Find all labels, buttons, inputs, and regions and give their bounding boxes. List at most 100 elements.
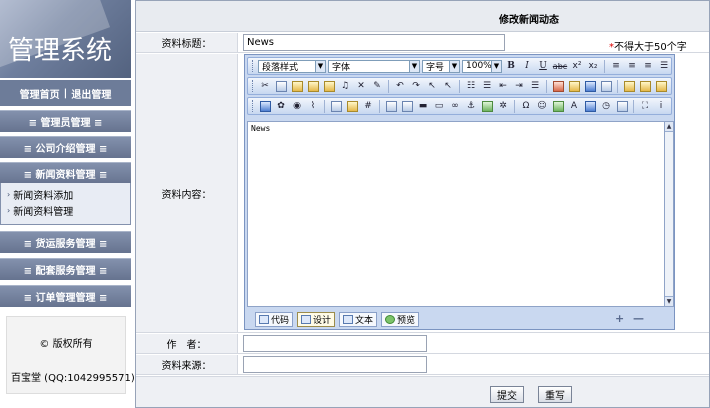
paste-text-icon[interactable] [306,79,320,93]
map-icon[interactable] [480,99,494,113]
iframe-icon[interactable] [400,99,414,113]
unlink-icon[interactable]: ✲ [496,99,510,113]
logout-link[interactable]: 退出管理 [71,86,111,101]
source-input[interactable] [243,356,427,373]
text-color-icon[interactable] [551,79,565,93]
border-color-icon[interactable] [583,79,597,93]
zoom-select[interactable]: 100% ▼ [462,59,502,73]
editor-scrollbar[interactable]: ▲ ▼ [664,121,674,307]
menu-freight[interactable]: ≡ 货运服务管理 ≡ [0,231,131,253]
web-image-icon-shape [584,100,596,112]
home-link[interactable]: 管理首页 [20,86,60,101]
pointer-icon[interactable]: ↖ [441,79,455,93]
blockquote-icon[interactable]: ☰ [528,79,542,93]
horizontal-rule-icon[interactable]: ▬ [416,99,430,113]
table-style-icon[interactable] [345,99,359,113]
layer-icon[interactable] [638,79,652,93]
table-icon[interactable] [329,99,343,113]
snapshot-icon[interactable] [615,99,629,113]
select-icon[interactable]: ↖ [425,79,439,93]
attachment-icon[interactable]: ⌇ [306,99,320,113]
subscript-button[interactable]: x₂ [586,59,600,73]
toolbar-separator [633,99,634,113]
app-window: 管理系统 管理首页 | 退出管理 ≡ 管理员管理 ≡ ≡ 公司介绍管理 ≡ ≡ … [0,0,710,408]
link-icon[interactable]: ∞ [448,99,462,113]
reset-button[interactable]: 重写 [538,386,572,403]
redo-icon[interactable]: ↷ [409,79,423,93]
superscript-button[interactable]: x² [570,59,584,73]
toolbar-edit: ✂ ♫ ✕ ✎ ↶ ↷ ↖ ↖ ☷ ☰ ⇤ ⇥ ☰ [247,77,672,95]
chevron-down-icon: ▼ [491,60,501,72]
scroll-up-icon[interactable]: ▲ [665,122,673,132]
mode-tab-design[interactable]: 设计 [297,312,336,327]
menu-orders[interactable]: ≡ 订单管理管理 ≡ [0,285,131,307]
mode-tab-text[interactable]: 文本 [339,312,378,327]
editor-content-area[interactable]: News [247,121,665,307]
title-input[interactable] [243,34,505,51]
underline-button[interactable]: U [536,59,550,73]
grow-editor-icon[interactable]: + [615,312,624,325]
strikethrough-button[interactable]: abc [552,59,568,73]
media-icon[interactable]: ◉ [290,99,304,113]
anchor-icon[interactable]: ⚓ [464,99,478,113]
marquee-icon[interactable] [654,79,668,93]
submit-button[interactable]: 提交 [490,386,524,403]
cut-icon[interactable]: ✂ [258,79,272,93]
outdent-icon[interactable]: ⇤ [496,79,510,93]
web-image-icon[interactable] [583,99,597,113]
mode-tab-preview[interactable]: 预览 [381,312,420,327]
font-size-select[interactable]: 字号 ▼ [422,59,460,73]
text-icon [343,315,354,324]
source-field-cell [239,355,709,374]
author-input[interactable] [243,335,427,352]
absolute-position-icon[interactable] [599,79,613,93]
paragraph-style-select[interactable]: 段落样式 ▼ [258,59,326,73]
shrink-editor-icon[interactable]: — [633,312,644,325]
excel-icon[interactable] [551,99,565,113]
bold-button[interactable]: B [504,59,518,73]
paste-icon[interactable] [290,79,304,93]
format-brush-icon[interactable]: ✎ [370,79,384,93]
copy-icon[interactable] [274,79,288,93]
align-right-icon[interactable]: ≡ [641,59,655,73]
align-center-icon[interactable]: ≡ [625,59,639,73]
menu-news[interactable]: ≡ 新闻资料管理 ≡ [0,162,131,184]
background-color-icon[interactable] [567,79,581,93]
top-links-separator: | [63,87,68,99]
title-limit-text: 不得大于50个字 [614,42,687,53]
undo-icon[interactable]: ↶ [393,79,407,93]
special-char-icon[interactable]: Ω [519,99,533,113]
menu-company-intro[interactable]: ≡ 公司介绍管理 ≡ [0,136,131,158]
image-icon[interactable] [258,99,272,113]
ordered-list-icon[interactable]: ☷ [464,79,478,93]
menu-support-services[interactable]: ≡ 配套服务管理 ≡ [0,258,131,280]
fieldset-icon[interactable] [384,99,398,113]
about-icon[interactable]: i [654,99,668,113]
art-text-icon[interactable]: A [567,99,581,113]
author-row: 作 者： [136,334,709,354]
mode-tab-code[interactable]: 代码 [255,312,294,327]
unordered-list-icon[interactable]: ☰ [480,79,494,93]
emoticon-icon[interactable]: ☺ [535,99,549,113]
input-box-icon[interactable]: ▭ [432,99,446,113]
submenu-item-news-manage[interactable]: › 新闻资料管理 [1,203,130,218]
toolbar-insert: ✿ ◉ ⌇ # ▬ ▭ ∞ ⚓ ✲ Ω ☺ A ◷ ⛶ i [247,97,672,115]
font-select[interactable]: 字体 ▼ [328,59,420,73]
indent-icon[interactable]: ⇥ [512,79,526,93]
paste-word-icon[interactable] [322,79,336,93]
text-color-icon-shape [552,80,564,92]
scroll-down-icon[interactable]: ▼ [665,296,673,306]
grid-icon[interactable]: # [361,99,375,113]
flash-icon[interactable]: ✿ [274,99,288,113]
fullscreen-icon[interactable]: ⛶ [638,99,652,113]
italic-button[interactable]: I [520,59,534,73]
align-justify-icon[interactable]: ☰ [657,59,671,73]
editor-content-text: News [251,124,271,133]
delete-icon[interactable]: ✕ [354,79,368,93]
submenu-item-news-add[interactable]: › 新闻资料添加 [1,187,130,202]
menu-admin[interactable]: ≡ 管理员管理 ≡ [0,110,131,132]
find-icon[interactable]: ♫ [338,79,352,93]
form-icon[interactable] [622,79,636,93]
align-left-icon[interactable]: ≡ [609,59,623,73]
date-icon[interactable]: ◷ [599,99,613,113]
